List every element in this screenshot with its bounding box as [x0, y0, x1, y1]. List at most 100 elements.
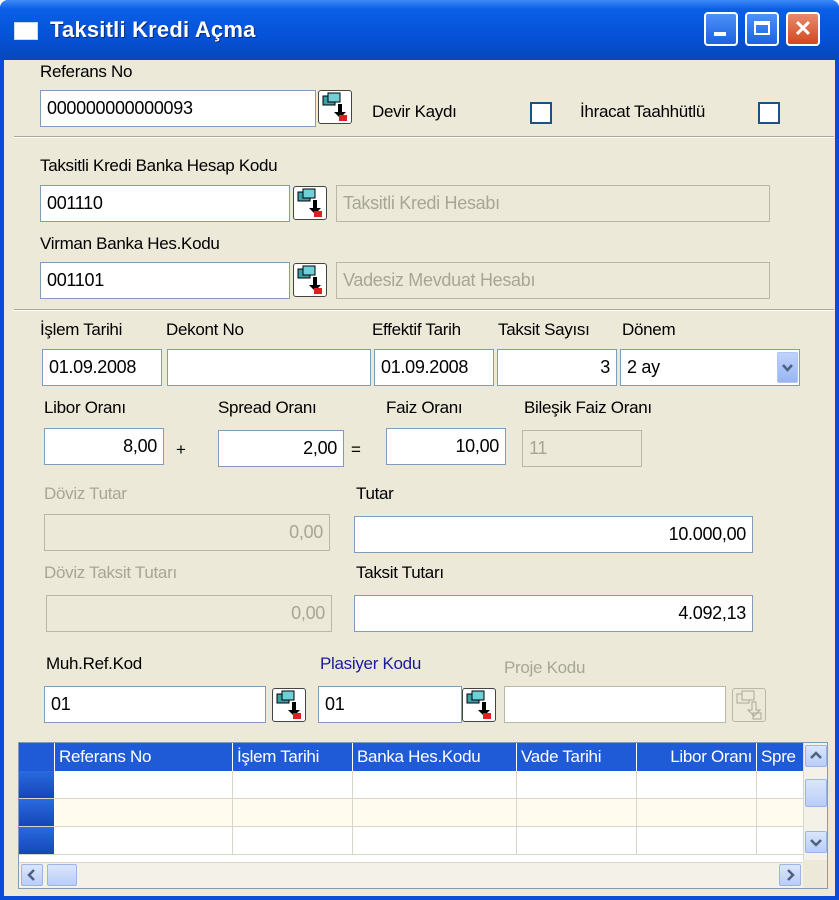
bilesik-faiz-orani-label: Bileşik Faiz Oranı	[524, 398, 652, 417]
grid-cell[interactable]	[517, 799, 637, 826]
doviz-taksit-tutari-input: 0,00	[46, 595, 332, 632]
muh-ref-kod-label: Muh.Ref.Kod	[46, 654, 142, 673]
grid-cell[interactable]	[55, 827, 233, 854]
ihracat-taahhutlu-checkbox[interactable]	[758, 102, 780, 124]
vertical-scrollbar[interactable]	[803, 743, 827, 861]
banka-hesap-description: Taksitli Kredi Hesabı	[336, 185, 770, 222]
records-grid[interactable]: Referans No İşlem Tarihi Banka Hes.Kodu …	[18, 742, 828, 889]
ihracat-taahhutlu-label: İhracat Taahhütlü	[580, 102, 706, 121]
doviz-tutar-label: Döviz Tutar	[44, 484, 127, 503]
lookup-picker-icon	[276, 690, 301, 719]
dialog-window: Taksitli Kredi Açma ✕ Referans No 000000…	[0, 0, 839, 900]
devir-kaydi-label: Devir Kaydı	[372, 102, 457, 121]
referans-no-label: Referans No	[40, 62, 133, 81]
close-button[interactable]: ✕	[786, 12, 820, 46]
taksit-sayisi-input[interactable]: 3	[497, 349, 617, 386]
devir-kaydi-checkbox[interactable]	[530, 102, 552, 124]
grid-cell[interactable]	[233, 771, 353, 798]
scroll-up-button[interactable]	[805, 745, 827, 767]
vertical-scroll-thumb[interactable]	[805, 779, 827, 807]
grid-cell[interactable]	[637, 827, 757, 854]
table-row[interactable]	[19, 771, 805, 799]
banka-hesap-lookup-button[interactable]	[293, 186, 327, 220]
grid-cell[interactable]	[233, 827, 353, 854]
chevron-down-icon	[782, 364, 793, 372]
taksit-tutari-input[interactable]: 4.092,13	[354, 595, 753, 632]
horizontal-scrollbar[interactable]	[19, 862, 805, 888]
grid-column-islem-tarihi[interactable]: İşlem Tarihi	[233, 743, 353, 771]
lookup-picker-icon	[322, 92, 347, 121]
proje-kodu-label: Proje Kodu	[504, 658, 586, 677]
faiz-orani-label: Faiz Oranı	[386, 398, 463, 417]
grid-cell[interactable]	[353, 827, 517, 854]
islem-tarihi-input[interactable]: 01.09.2008	[42, 349, 162, 386]
banka-hesap-kodu-input[interactable]: 001110	[40, 185, 290, 222]
plasiyer-lookup-button[interactable]	[462, 688, 496, 722]
scroll-down-button[interactable]	[805, 831, 827, 853]
libor-orani-input[interactable]: 8,00	[44, 428, 164, 465]
table-row[interactable]	[19, 799, 805, 827]
islem-tarihi-label: İşlem Tarihi	[40, 320, 123, 339]
chevron-up-icon	[810, 751, 822, 759]
equals-sign: =	[351, 440, 361, 459]
scroll-right-button[interactable]	[779, 864, 801, 886]
grid-column-spread[interactable]: Spre	[757, 743, 805, 771]
grid-cell[interactable]	[517, 827, 637, 854]
maximize-button[interactable]	[745, 12, 779, 46]
donem-dropdown-button[interactable]	[777, 352, 798, 383]
window-app-icon	[14, 22, 38, 40]
donem-select[interactable]: 2 ay	[620, 349, 800, 386]
grid-header: Referans No İşlem Tarihi Banka Hes.Kodu …	[19, 743, 805, 771]
libor-orani-label: Libor Oranı	[44, 398, 126, 417]
spread-orani-input[interactable]: 2,00	[218, 430, 344, 467]
row-indicator[interactable]	[19, 799, 55, 826]
donem-label: Dönem	[622, 320, 676, 339]
table-row[interactable]	[19, 827, 805, 855]
grid-cell[interactable]	[55, 799, 233, 826]
resize-grip[interactable]	[803, 860, 827, 888]
grid-cell[interactable]	[637, 771, 757, 798]
grid-column-libor-orani[interactable]: Libor Oranı	[637, 743, 757, 771]
proje-kodu-input	[504, 686, 726, 723]
tutar-input[interactable]: 10.000,00	[354, 516, 753, 553]
grid-column-banka-hes-kodu[interactable]: Banka Hes.Kodu	[353, 743, 517, 771]
dekont-no-label: Dekont No	[166, 320, 244, 339]
doviz-taksit-tutari-label: Döviz Taksit Tutarı	[44, 563, 177, 582]
grid-cell[interactable]	[233, 799, 353, 826]
effektif-tarih-label: Effektif Tarih	[372, 320, 461, 339]
referans-no-input[interactable]: 000000000000093	[40, 90, 316, 127]
virman-hesap-kodu-label: Virman Banka Hes.Kodu	[40, 234, 220, 253]
plasiyer-kodu-label: Plasiyer Kodu	[320, 654, 421, 673]
effektif-tarih-input[interactable]: 01.09.2008	[374, 349, 494, 386]
lookup-picker-icon	[297, 265, 322, 294]
grid-cell[interactable]	[517, 771, 637, 798]
grid-cell[interactable]	[637, 799, 757, 826]
grid-header-indicator	[19, 743, 55, 771]
grid-cell[interactable]	[55, 771, 233, 798]
minimize-button[interactable]	[704, 12, 738, 46]
virman-lookup-button[interactable]	[293, 263, 327, 297]
bilesik-faiz-orani-input: 11	[522, 430, 642, 467]
row-indicator[interactable]	[19, 771, 55, 798]
title-bar[interactable]: Taksitli Kredi Açma ✕	[0, 0, 839, 60]
grid-cell[interactable]	[353, 771, 517, 798]
referans-lookup-button[interactable]	[318, 90, 352, 124]
muh-ref-lookup-button[interactable]	[272, 688, 306, 722]
plasiyer-kodu-input[interactable]: 01	[318, 686, 462, 723]
virman-hesap-kodu-input[interactable]: 001101	[40, 262, 290, 299]
grid-column-vade-tarihi[interactable]: Vade Tarihi	[517, 743, 637, 771]
faiz-orani-input[interactable]: 10,00	[386, 428, 506, 465]
banka-hesap-kodu-label: Taksitli Kredi Banka Hesap Kodu	[40, 156, 278, 175]
maximize-icon	[754, 21, 770, 35]
chevron-down-icon	[810, 839, 822, 847]
dekont-no-input[interactable]	[167, 349, 371, 386]
row-indicator[interactable]	[19, 827, 55, 854]
horizontal-scroll-thumb[interactable]	[47, 864, 77, 886]
proje-lookup-button	[732, 688, 766, 722]
taksit-tutari-label: Taksit Tutarı	[356, 563, 444, 582]
lookup-picker-icon	[736, 690, 762, 720]
muh-ref-kod-input[interactable]: 01	[44, 686, 266, 723]
grid-cell[interactable]	[353, 799, 517, 826]
grid-column-referans-no[interactable]: Referans No	[55, 743, 233, 771]
scroll-left-button[interactable]	[21, 864, 43, 886]
